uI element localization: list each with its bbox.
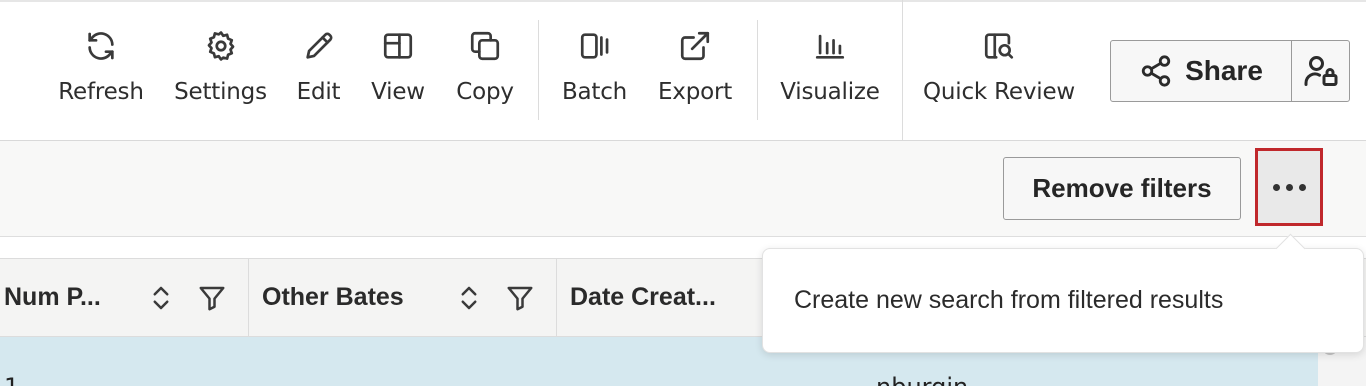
batch-label: Batch: [561, 79, 628, 105]
refresh-icon: [81, 22, 121, 70]
export-button[interactable]: Export: [658, 22, 732, 122]
user-cell: nburgin: [876, 373, 968, 386]
visualize-label: Visualize: [780, 79, 880, 105]
sort-icon[interactable]: [146, 281, 176, 315]
view-button[interactable]: View: [371, 22, 425, 122]
column-header-other-bates[interactable]: Other Bates: [249, 259, 557, 336]
column-label: Num P...: [4, 283, 101, 311]
quick-review-button[interactable]: Quick Review: [923, 22, 1076, 122]
edit-label: Edit: [296, 79, 341, 105]
column-label: Other Bates: [262, 283, 404, 311]
num-pages-cell: 1: [4, 373, 19, 386]
settings-button[interactable]: Settings: [174, 22, 267, 122]
toolbar-divider: [538, 20, 539, 120]
copy-label: Copy: [456, 79, 514, 105]
ellipsis-icon: [1272, 183, 1306, 191]
remove-filters-label: Remove filters: [1032, 173, 1212, 203]
view-label: View: [371, 79, 425, 105]
refresh-button[interactable]: Refresh: [58, 22, 144, 122]
gear-icon: [201, 22, 241, 70]
sort-icon[interactable]: [454, 281, 484, 315]
pencil-icon: [299, 22, 339, 70]
share-button[interactable]: Share: [1111, 41, 1292, 101]
more-options-button[interactable]: [1255, 148, 1323, 226]
toolbar-divider: [757, 20, 758, 120]
filter-icon[interactable]: [505, 281, 535, 315]
more-options-popover: Create new search from filtered results: [762, 248, 1364, 353]
create-search-from-filtered-results-item[interactable]: Create new search from filtered results: [794, 286, 1223, 315]
toolbar: Refresh Settings Edit View Copy Batch Ex…: [0, 0, 1366, 141]
refresh-label: Refresh: [58, 79, 144, 105]
column-header-num-pages[interactable]: Num P...: [0, 259, 249, 336]
column-label: Date Creat...: [570, 283, 716, 311]
quick-review-label: Quick Review: [923, 79, 1076, 105]
visualize-button[interactable]: Visualize: [780, 22, 880, 122]
export-label: Export: [657, 79, 733, 105]
remove-filters-button[interactable]: Remove filters: [1003, 157, 1241, 220]
quick-review-icon: [979, 22, 1019, 70]
user-lock-icon: [1304, 56, 1337, 86]
batch-button[interactable]: Batch: [561, 22, 628, 122]
filter-bar: Remove filters: [0, 141, 1366, 237]
batch-icon: [575, 22, 615, 70]
copy-icon: [465, 22, 505, 70]
view-layout-icon: [378, 22, 418, 70]
edit-button[interactable]: Edit: [296, 22, 341, 122]
share-icon: [1141, 55, 1171, 87]
toolbar-divider: [902, 0, 903, 140]
settings-label: Settings: [174, 79, 267, 105]
permissions-button[interactable]: [1292, 41, 1349, 101]
share-label: Share: [1185, 55, 1263, 86]
bar-chart-icon: [810, 22, 850, 70]
copy-button[interactable]: Copy: [456, 22, 514, 122]
share-button-group: Share: [1110, 40, 1350, 102]
external-link-icon: [675, 22, 715, 70]
filter-icon[interactable]: [197, 281, 227, 315]
